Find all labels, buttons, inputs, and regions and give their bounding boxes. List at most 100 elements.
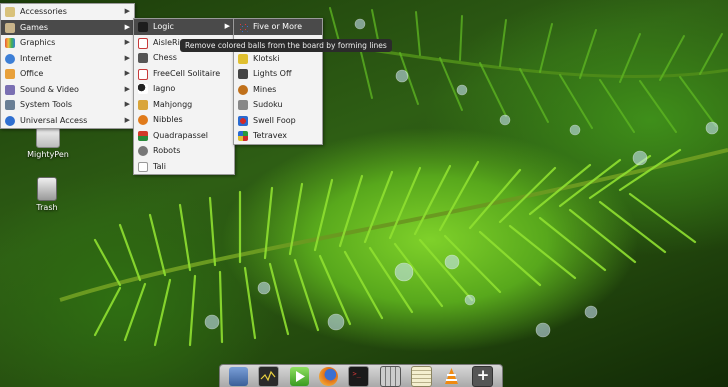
dock-panel: >_ + [219, 364, 503, 387]
menu-item-games[interactable]: Games ▶ [1, 19, 134, 35]
calculator-icon[interactable] [379, 365, 401, 387]
freecell-icon [138, 68, 148, 80]
menu-item-freecell[interactable]: FreeCell Solitaire [134, 66, 234, 82]
menu-item-label: Tali [153, 161, 166, 171]
menu-item-label: Tetravex [253, 131, 288, 140]
menu-item-label: Mahjongg [153, 99, 193, 109]
menu-item-label: Universal Access [20, 115, 88, 125]
menu-item-label: Klotski [253, 53, 280, 63]
iagno-icon [138, 84, 148, 94]
desktop-icon-label: MightyPen [27, 150, 69, 159]
menu-item-label: Graphics [20, 38, 56, 47]
media-player-icon[interactable] [289, 366, 309, 386]
mines-icon [238, 84, 248, 95]
menu-item-internet[interactable]: Internet ▶ [1, 51, 134, 67]
menu-item-label: Chess [153, 53, 177, 62]
sound-video-icon [5, 84, 15, 95]
menu-item-office[interactable]: Office ▶ [1, 66, 134, 82]
menu-item-label: Logic [153, 22, 174, 31]
submenu-arrow-icon: ▶ [124, 84, 130, 93]
five-or-more-icon [238, 22, 248, 32]
text-editor-icon[interactable] [411, 365, 433, 387]
menu-item-five-or-more[interactable]: Five or More [234, 19, 322, 35]
tetravex-icon [238, 131, 248, 141]
menu-item-chess[interactable]: Chess [134, 50, 234, 66]
swell-foop-icon [238, 115, 248, 126]
menu-item-label: Five or More [253, 22, 302, 31]
menu-item-klotski[interactable]: Klotski [234, 51, 322, 67]
universal-access-icon [5, 115, 15, 126]
submenu-arrow-icon: ▶ [224, 22, 230, 30]
menu-item-label: Internet [20, 53, 52, 63]
menu-item-label: Lights Off [253, 69, 292, 78]
menu-item-label: Office [20, 69, 44, 78]
menu-item-universal-access[interactable]: Universal Access ▶ [1, 113, 134, 129]
robots-icon [138, 146, 148, 156]
menu-item-label: Accessories [20, 7, 67, 16]
lights-off-icon [238, 69, 248, 79]
menu-item-label: Robots [153, 146, 181, 155]
logic-icon [138, 22, 148, 32]
submenu-arrow-icon: ▶ [124, 100, 130, 108]
file-manager-icon[interactable] [229, 366, 249, 386]
add-launcher-icon[interactable]: + [471, 365, 493, 387]
klotski-icon [238, 53, 248, 64]
menu-item-label: Sudoku [253, 100, 283, 109]
logic-submenu: Five or More Klotski Lights Off Mines Su… [233, 18, 323, 145]
menu-item-logic[interactable]: Logic ▶ [134, 19, 234, 35]
submenu-arrow-icon: ▶ [124, 38, 130, 46]
tali-icon [138, 161, 148, 172]
submenu-arrow-icon: ▶ [124, 7, 130, 15]
submenu-arrow-icon: ▶ [124, 22, 130, 31]
submenu-arrow-icon: ▶ [124, 69, 130, 77]
desktop-icon-label: Trash [36, 203, 58, 212]
graphics-icon [5, 38, 15, 48]
menu-item-tetravex[interactable]: Tetravex [234, 128, 322, 144]
menu-item-label: Sound & Video [20, 84, 79, 94]
menu-item-swell-foop[interactable]: Swell Foop [234, 113, 322, 129]
mahjongg-icon [138, 99, 148, 110]
desktop-icon-trash[interactable]: Trash [19, 177, 75, 212]
games-icon [5, 22, 15, 33]
quadrapassel-icon [138, 130, 148, 141]
menu-item-nibbles[interactable]: Nibbles [134, 112, 234, 128]
menu-item-label: Mines [253, 84, 277, 94]
menu-item-mines[interactable]: Mines [234, 82, 322, 98]
menu-item-sudoku[interactable]: Sudoku [234, 97, 322, 113]
menu-item-label: Iagno [153, 84, 176, 93]
vlc-icon[interactable] [442, 367, 461, 386]
menu-item-graphics[interactable]: Graphics ▶ [1, 35, 134, 51]
menu-item-tali[interactable]: Tali [134, 159, 234, 175]
menu-item-tooltip: Remove colored balls from the board by f… [180, 39, 392, 52]
office-icon [5, 69, 15, 79]
cards-icon [138, 37, 148, 49]
menu-item-label: Games [20, 22, 48, 32]
nibbles-icon [138, 115, 148, 125]
internet-icon [5, 53, 15, 64]
applications-menu: Accessories ▶ Games ▶ Graphics ▶ Interne… [0, 3, 135, 129]
chess-icon [138, 53, 148, 63]
menu-item-mahjongg[interactable]: Mahjongg [134, 97, 234, 113]
menu-item-sound-video[interactable]: Sound & Video ▶ [1, 82, 134, 98]
firefox-icon[interactable] [319, 366, 339, 386]
terminal-icon[interactable]: >_ [348, 365, 370, 387]
menu-item-label: FreeCell Solitaire [153, 68, 221, 78]
menu-item-label: Swell Foop [253, 115, 296, 125]
submenu-arrow-icon: ▶ [124, 53, 130, 62]
menu-item-system-tools[interactable]: System Tools ▶ [1, 97, 134, 113]
desktop-icon-mightypen[interactable]: MightyPen [20, 124, 76, 159]
menu-item-lights-off[interactable]: Lights Off [234, 66, 322, 82]
menu-item-label: Quadrapassel [153, 130, 208, 140]
menu-item-robots[interactable]: Robots [134, 143, 234, 159]
menu-item-accessories[interactable]: Accessories ▶ [1, 4, 134, 20]
submenu-arrow-icon: ▶ [124, 115, 130, 124]
menu-item-iagno[interactable]: Iagno [134, 81, 234, 97]
menu-item-label: Nibbles [153, 115, 183, 124]
trash-icon [37, 177, 57, 201]
menu-item-quadrapassel[interactable]: Quadrapassel [134, 128, 234, 144]
accessories-icon [5, 7, 15, 17]
system-tools-icon [5, 100, 15, 110]
menu-item-label: System Tools [20, 100, 73, 109]
sudoku-icon [238, 100, 248, 110]
system-monitor-icon[interactable] [258, 365, 280, 387]
